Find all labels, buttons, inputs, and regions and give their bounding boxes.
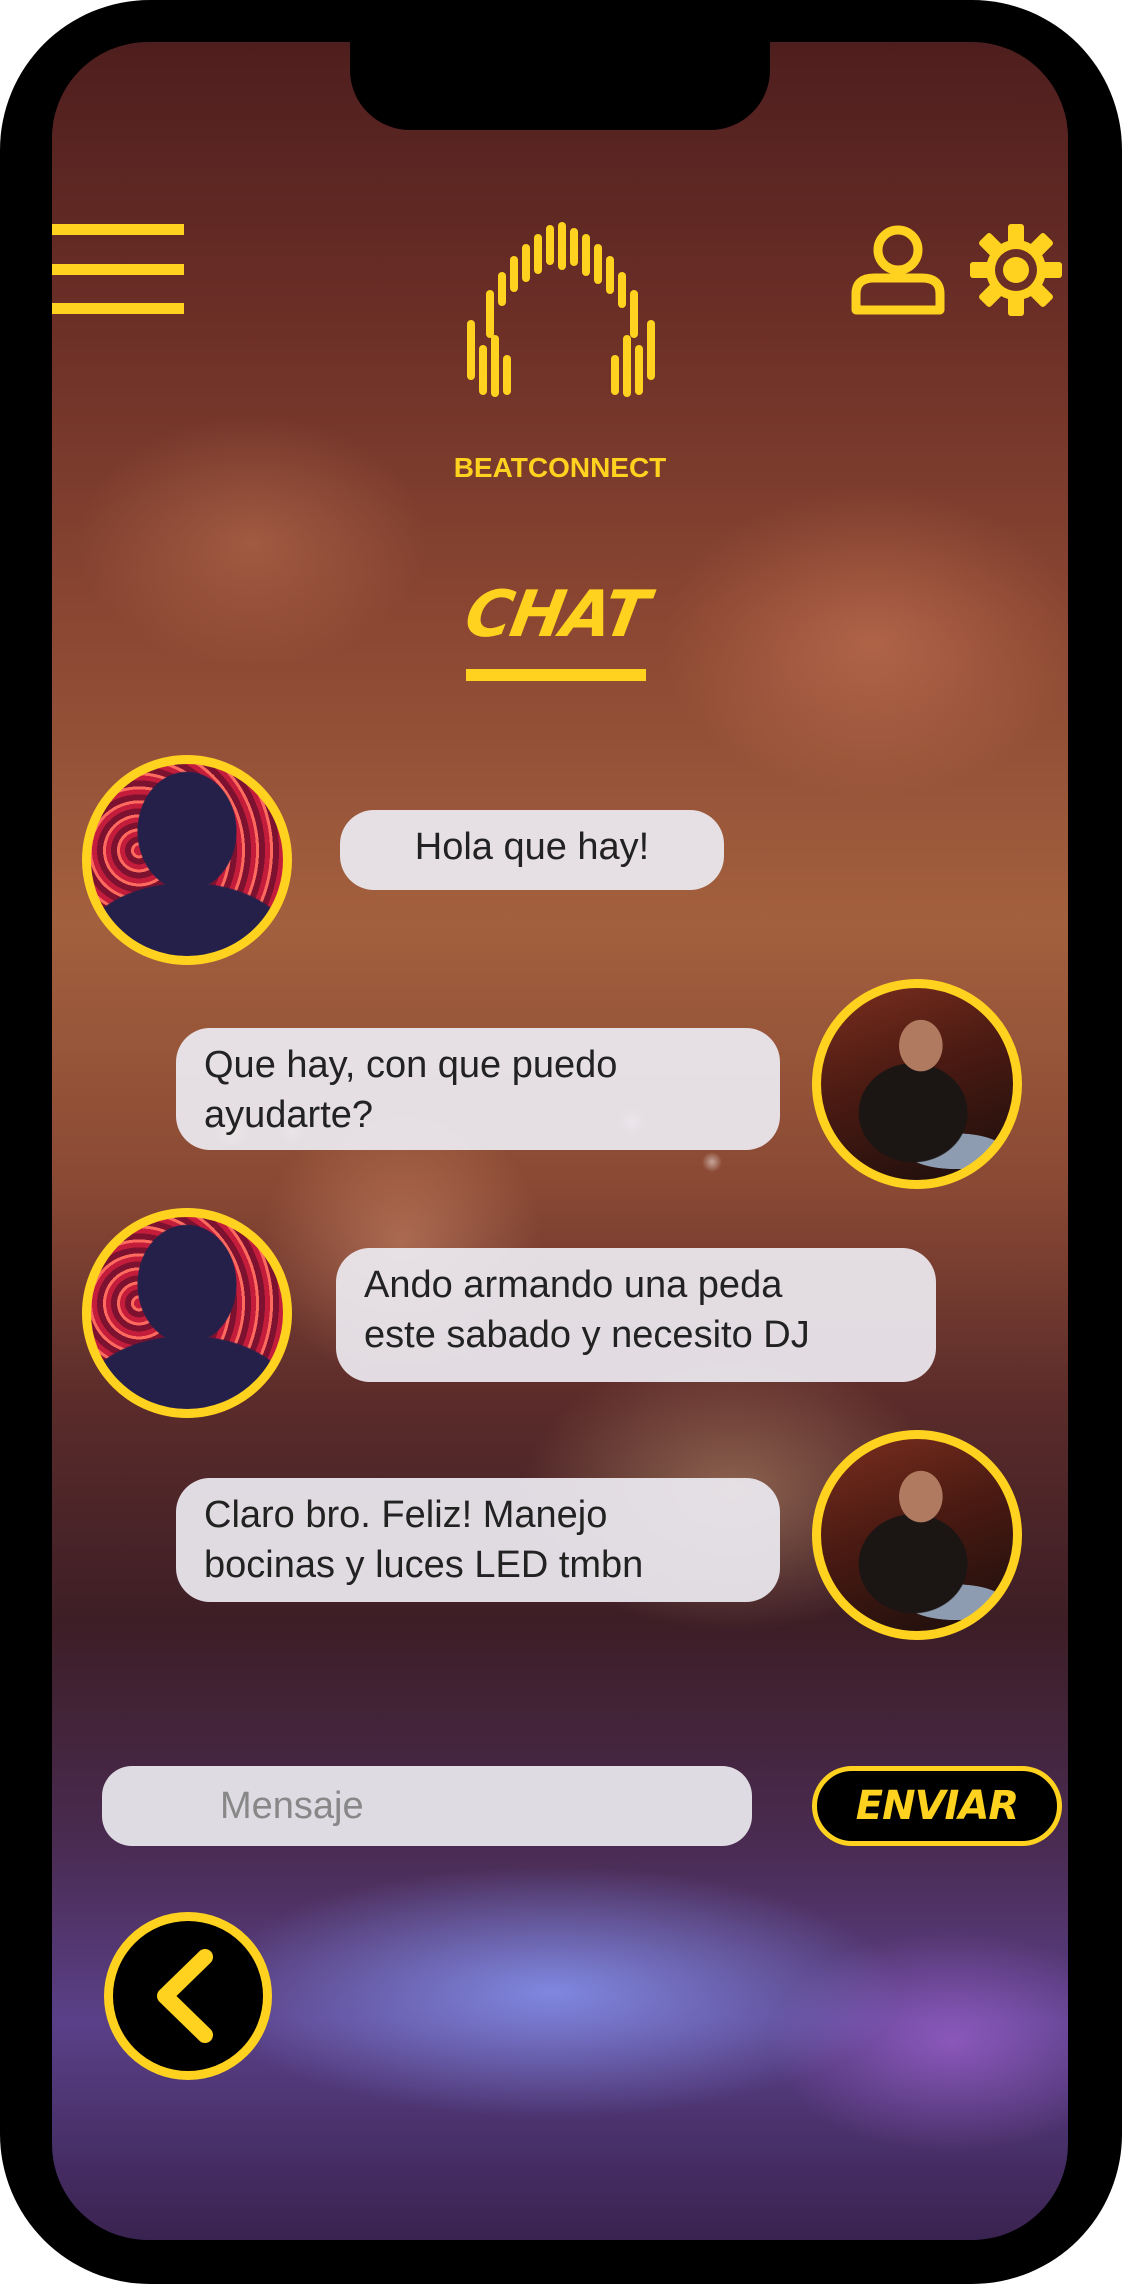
back-button[interactable] — [104, 1912, 272, 2080]
headphones-equalizer-logo — [467, 222, 655, 397]
page-title: CHAT — [459, 578, 653, 652]
title-underline — [466, 669, 646, 681]
message-bubble: Hola que hay! — [340, 810, 724, 890]
gear-icon[interactable] — [968, 222, 1064, 318]
menu-bar — [52, 303, 184, 314]
menu-bar — [52, 224, 184, 235]
message-bubble: Claro bro. Feliz! Manejo bocinas y luces… — [176, 1478, 780, 1602]
phone-notch — [350, 42, 770, 130]
user-icon[interactable] — [850, 224, 946, 316]
dj-avatar[interactable] — [812, 1430, 1022, 1640]
brand-name: BEATCONNECT — [453, 452, 667, 483]
message-bubble: Ando armando una peda este sabado y nece… — [336, 1248, 936, 1382]
send-button[interactable]: ENVIAR — [812, 1766, 1062, 1846]
chevron-left-icon — [157, 1949, 213, 2043]
message-input[interactable] — [102, 1766, 752, 1846]
message-bubble: Que hay, con que puedo ayudarte? — [176, 1028, 780, 1150]
client-avatar[interactable] — [82, 755, 292, 965]
dj-avatar[interactable] — [812, 979, 1022, 1189]
client-avatar[interactable] — [82, 1208, 292, 1418]
menu-bar — [52, 264, 184, 275]
hamburger-menu-icon[interactable] — [52, 224, 184, 314]
